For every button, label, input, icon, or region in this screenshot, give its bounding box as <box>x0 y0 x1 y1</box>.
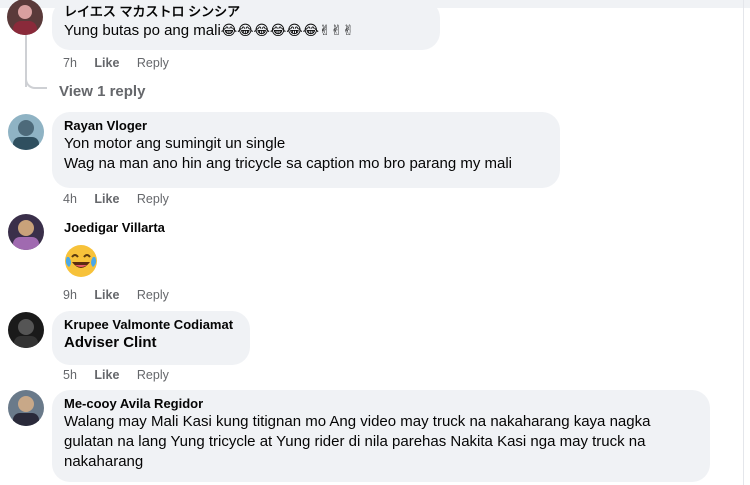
comment-line: nakaharang <box>64 453 144 470</box>
comment-bubble: Me-cooy Avila Regidor Walang may Mali Ka… <box>52 390 710 482</box>
avatar[interactable] <box>8 390 44 426</box>
comment-text-words: Yung butas po ang mali <box>64 22 221 39</box>
view-replies-link[interactable]: View 1 reply <box>59 83 145 100</box>
comment-author[interactable]: Joedigar Villarta <box>64 220 180 236</box>
comment-line: Yon motor ang sumingit un single <box>64 135 286 152</box>
avatar[interactable] <box>7 0 43 35</box>
comment-bubble: Krupee Valmonte Codiamat Adviser Clint <box>52 311 250 365</box>
comment-author[interactable]: Rayan Vloger <box>64 118 548 134</box>
comment-line: Walang may Mali Kasi kung titignan mo An… <box>64 413 651 430</box>
avatar[interactable] <box>8 114 44 150</box>
comment-time[interactable]: 9h <box>63 288 77 302</box>
comment-text: Adviser Clint <box>64 334 157 351</box>
comment-meta: 5h Like Reply <box>63 368 183 382</box>
like-button[interactable]: Like <box>94 368 119 382</box>
comment-time[interactable]: 7h <box>63 56 77 70</box>
comment-line: gulatan na lang Yung tricycle at Yung ri… <box>64 433 646 450</box>
laughing-tears-emoji <box>63 243 99 284</box>
like-button[interactable]: Like <box>94 56 119 70</box>
comment-emojis: 😂😂😂😂😂😂✌✌✌ <box>220 22 355 38</box>
reply-button[interactable]: Reply <box>137 288 169 302</box>
reply-button[interactable]: Reply <box>137 56 169 70</box>
comment-bubble: レイエス マカストロ シンシア Yung butas po ang mali😂😂… <box>52 0 440 50</box>
comment-meta: 4h Like Reply <box>63 192 183 206</box>
reply-button[interactable]: Reply <box>137 192 169 206</box>
right-edge-line <box>743 0 744 485</box>
reply-thread-curve <box>25 73 47 89</box>
comment-author[interactable]: レイエス マカストロ シンシア <box>64 4 428 20</box>
avatar[interactable] <box>8 312 44 348</box>
avatar[interactable] <box>8 214 44 250</box>
like-button[interactable]: Like <box>94 288 119 302</box>
comment-time[interactable]: 4h <box>63 192 77 206</box>
like-button[interactable]: Like <box>94 192 119 206</box>
comment-author[interactable]: Krupee Valmonte Codiamat <box>64 317 238 333</box>
reply-button[interactable]: Reply <box>137 368 169 382</box>
comment-bubble: Joedigar Villarta <box>52 214 192 240</box>
comment-line: Wag na man ano hin ang tricycle sa capti… <box>64 155 513 172</box>
comment-time[interactable]: 5h <box>63 368 77 382</box>
comment-meta: 9h Like Reply <box>63 288 183 302</box>
comment-text: Yung butas po ang mali😂😂😂😂😂😂✌✌✌ <box>64 20 428 41</box>
comment-bubble: Rayan Vloger Yon motor ang sumingit un s… <box>52 112 560 188</box>
comment-meta: 7h Like Reply <box>63 56 183 70</box>
comment-author[interactable]: Me-cooy Avila Regidor <box>64 396 698 412</box>
